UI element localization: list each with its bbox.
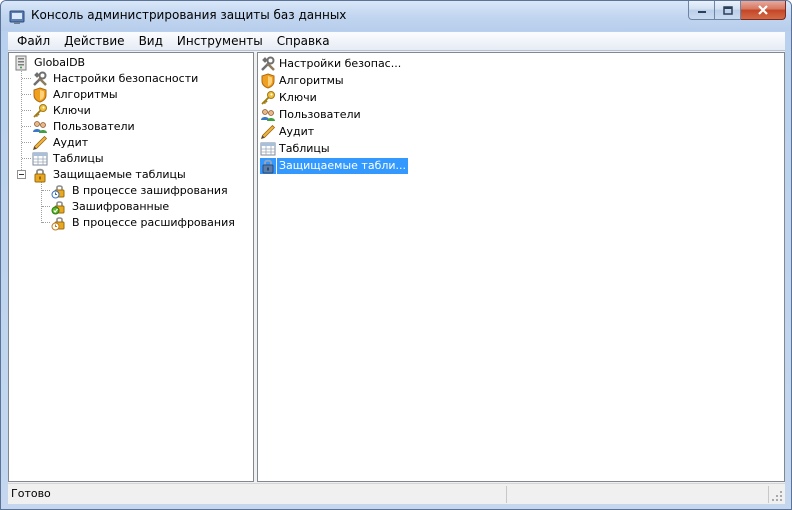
list-pane[interactable]: Настройки безопас... Алгоритмы Ключи Пол… xyxy=(257,52,785,482)
list-item-audit[interactable]: Аудит xyxy=(260,123,316,140)
list-item-label: Таблицы xyxy=(279,141,330,155)
tree-item-label: Защищаемые таблицы xyxy=(53,168,186,181)
tree-item-protected-tables[interactable]: Защищаемые таблицы xyxy=(32,167,188,183)
shield-icon xyxy=(261,72,275,89)
pencil-icon xyxy=(260,124,276,139)
lock-icon xyxy=(34,168,46,183)
tree-line xyxy=(41,181,42,223)
menu-bar: Файл Действие Вид Инструменты Справка xyxy=(8,32,785,51)
menu-tools[interactable]: Инструменты xyxy=(170,32,270,50)
list-item-protected-tables[interactable]: Защищаемые табли... xyxy=(260,157,409,174)
tree-line xyxy=(22,126,31,127)
tree-item-audit[interactable]: Аудит xyxy=(32,135,90,151)
tree-line xyxy=(42,206,50,207)
tree-item-security-settings[interactable]: Настройки безопасности xyxy=(32,71,200,87)
menu-file[interactable]: Файл xyxy=(10,32,57,50)
maximize-button[interactable] xyxy=(715,1,741,20)
tree-item-label: Ключи xyxy=(53,104,91,117)
tree-item-keys[interactable]: Ключи xyxy=(32,103,93,119)
tree-item-encrypting[interactable]: В процессе зашифрования xyxy=(51,183,230,199)
tree-line xyxy=(22,142,31,143)
console-app-icon xyxy=(9,10,25,24)
users-icon xyxy=(261,108,275,121)
list-item-security-settings[interactable]: Настройки безопас... xyxy=(260,55,403,72)
tools-icon xyxy=(33,71,47,86)
menu-help[interactable]: Справка xyxy=(270,32,337,50)
tree-item-label: В процессе зашифрования xyxy=(72,184,228,197)
tree-item-label: Аудит xyxy=(53,136,89,149)
tree-line xyxy=(42,222,50,223)
resize-grip-icon[interactable] xyxy=(771,490,783,502)
lock-decrypting-icon xyxy=(51,217,65,231)
list-item-label: Ключи xyxy=(279,90,317,104)
list-item-tables[interactable]: Таблицы xyxy=(260,140,332,157)
list-item-label: Настройки безопас... xyxy=(279,56,402,70)
menu-action[interactable]: Действие xyxy=(57,32,131,50)
list-item-label: Аудит xyxy=(279,124,315,138)
menu-view[interactable]: Вид xyxy=(132,32,170,50)
title-bar[interactable]: Консоль администрирования защиты баз дан… xyxy=(1,1,791,31)
tree-line xyxy=(22,94,31,95)
server-icon xyxy=(15,55,27,71)
lock-encrypted-icon xyxy=(51,201,65,215)
status-separator xyxy=(768,486,769,503)
status-bar: Готово xyxy=(8,483,785,504)
tree-item-globaldb[interactable]: GlobalDB xyxy=(13,55,87,71)
tree-item-decrypting[interactable]: В процессе расшифрования xyxy=(51,215,237,231)
close-icon xyxy=(758,5,768,15)
key-icon xyxy=(33,104,47,118)
maximize-icon xyxy=(722,5,733,15)
tree-item-label: Алгоритмы xyxy=(53,88,118,101)
table-icon xyxy=(32,152,48,166)
close-button[interactable] xyxy=(741,1,786,20)
tree-line xyxy=(22,78,31,79)
list-item-label: Защищаемые табли... xyxy=(277,157,409,174)
table-icon xyxy=(260,142,276,155)
minimize-icon xyxy=(697,11,706,13)
tree-item-algorithms[interactable]: Алгоритмы xyxy=(32,87,120,103)
collapse-toggle[interactable] xyxy=(17,170,26,179)
shield-icon xyxy=(33,87,47,103)
caption-buttons xyxy=(688,1,786,21)
list-item-label: Алгоритмы xyxy=(279,73,344,87)
users-icon xyxy=(33,121,47,133)
tree-item-label: Зашифрованные xyxy=(72,200,170,213)
list-item-keys[interactable]: Ключи xyxy=(260,89,319,106)
list-item-label: Пользователи xyxy=(279,107,361,121)
window-title: Консоль администрирования защиты баз дан… xyxy=(31,8,347,22)
tree-line xyxy=(21,71,22,178)
status-separator xyxy=(506,486,507,503)
lock-encrypting-icon xyxy=(51,185,65,199)
tree-item-label: GlobalDB xyxy=(34,56,86,69)
tree-item-users[interactable]: Пользователи xyxy=(32,119,137,135)
key-icon xyxy=(261,90,275,105)
tree-item-tables[interactable]: Таблицы xyxy=(32,151,106,167)
client-area: GlobalDB Настройки безопасности Алгоритм… xyxy=(8,51,785,483)
app-window: Консоль администрирования защиты баз дан… xyxy=(0,0,792,510)
tree-item-label: Настройки безопасности xyxy=(53,72,199,85)
tree-item-label: Пользователи xyxy=(53,120,135,133)
pencil-icon xyxy=(32,135,48,151)
tree-item-encrypted[interactable]: Зашифрованные xyxy=(51,199,171,215)
list-item-users[interactable]: Пользователи xyxy=(260,106,363,123)
list-item-algorithms[interactable]: Алгоритмы xyxy=(260,72,346,89)
tree-item-label: Таблицы xyxy=(53,152,104,165)
lock-icon xyxy=(260,157,276,174)
tree-line xyxy=(42,190,50,191)
tree-item-label: В процессе расшифрования xyxy=(72,216,235,229)
minimize-button[interactable] xyxy=(688,1,715,20)
tree-line xyxy=(22,110,31,111)
tree-pane[interactable]: GlobalDB Настройки безопасности Алгоритм… xyxy=(8,52,254,482)
status-text: Готово xyxy=(11,487,51,500)
tree-line xyxy=(22,158,31,159)
tools-icon xyxy=(261,56,275,71)
